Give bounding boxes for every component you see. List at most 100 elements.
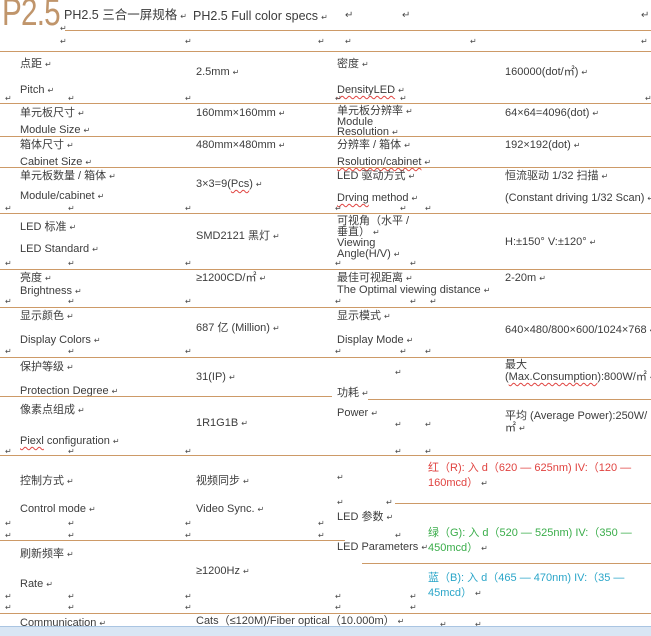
linebreak-icon: ↵: [345, 10, 353, 22]
format-mark: ↵: [645, 94, 651, 103]
format-mark: ↵: [335, 204, 342, 213]
document-title-en: PH2.5 Full color specs↵: [193, 10, 328, 24]
spec-density-label-zh: 密度↵: [337, 58, 369, 71]
format-mark: ↵: [425, 420, 432, 429]
format-mark: ↵: [259, 274, 266, 283]
spec-led-parameters-label-en: LED Parameters↵: [337, 541, 428, 554]
format-mark: ↵: [404, 141, 411, 150]
linebreak-icon: ↵: [641, 10, 649, 22]
format-mark: ↵: [395, 531, 402, 540]
format-mark: ↵: [60, 37, 67, 46]
format-mark: ↵: [395, 420, 402, 429]
format-mark: ↵: [5, 347, 12, 356]
format-mark: ↵: [5, 519, 12, 528]
cell-divider: [368, 399, 651, 400]
format-mark: ↵: [185, 37, 192, 46]
format-mark: ↵: [69, 223, 76, 232]
format-mark: ↵: [641, 37, 648, 46]
format-mark: ↵: [647, 194, 651, 203]
format-mark: ↵: [470, 37, 477, 46]
row-divider: [0, 103, 651, 104]
format-mark: ↵: [68, 259, 75, 268]
spec-display-colors-label-zh: 显示颜色↵: [20, 310, 74, 323]
format-mark: ↵: [481, 544, 488, 553]
format-mark: ↵: [5, 603, 12, 612]
format-mark: ↵: [318, 37, 325, 46]
format-mark: ↵: [424, 158, 431, 167]
format-mark: ↵: [318, 519, 325, 528]
spec-led-parameters-label-zh: LED 参数↵: [337, 511, 393, 524]
format-mark: ↵: [386, 498, 393, 507]
format-mark: ↵: [112, 387, 119, 396]
format-mark: ↵: [5, 204, 12, 213]
spec-brightness-label-zh: 亮度↵: [20, 272, 52, 285]
format-mark: ↵: [408, 172, 415, 181]
format-mark: ↵: [46, 580, 53, 589]
format-mark: ↵: [180, 12, 187, 21]
format-marks-row: ↵↵↵↵↵: [0, 592, 651, 602]
spec-display-colors-label-en: Display Colors↵: [20, 334, 101, 347]
spec-module-resolution-label-en2: Resolution↵: [337, 126, 399, 139]
row-divider: [0, 269, 651, 270]
format-mark: ↵: [574, 141, 581, 150]
format-mark: ↵: [273, 232, 280, 241]
spec-pitch-label-zh: 点距↵: [20, 58, 52, 71]
spec-cabinet-size-label-zh: 箱体尺寸↵: [20, 139, 74, 152]
spec-refresh-rate-label-zh: 刷新频率↵: [20, 548, 74, 561]
spec-cabinet-resolution-value: 192×192(dot)↵: [505, 139, 580, 152]
spec-pixel-configuration-label-zh: 像素点组成↵: [20, 404, 85, 417]
row-divider: [0, 455, 651, 456]
format-mark: ↵: [185, 519, 192, 528]
row-divider: [0, 396, 332, 397]
format-mark: ↵: [410, 297, 417, 306]
format-mark: ↵: [273, 324, 280, 333]
format-mark: ↵: [410, 592, 417, 601]
format-mark: ↵: [386, 513, 393, 522]
format-mark: ↵: [68, 347, 75, 356]
format-mark: ↵: [335, 297, 342, 306]
format-mark: ↵: [279, 109, 286, 118]
format-mark: ↵: [233, 68, 240, 77]
format-mark: ↵: [425, 347, 432, 356]
format-mark: ↵: [85, 158, 92, 167]
format-mark: ↵: [421, 543, 428, 552]
format-mark: ↵: [5, 259, 12, 268]
format-mark: ↵: [362, 60, 369, 69]
spec-viewing-angle-value: H:±150° V:±120°↵: [505, 236, 596, 249]
format-marks-row: ↵↵↵↵↵: [0, 259, 651, 269]
format-mark: ↵: [335, 94, 342, 103]
format-mark: ↵: [45, 274, 52, 283]
row-divider: [0, 213, 651, 214]
format-marks-row: ↵↵↵↵↵↵: [0, 347, 651, 357]
format-mark: ↵: [395, 368, 402, 377]
format-mark: ↵: [185, 347, 192, 356]
format-mark: ↵: [592, 109, 599, 118]
format-mark: ↵: [400, 204, 407, 213]
format-marks-row: ↵↵↵↵↵: [0, 603, 651, 613]
format-mark: ↵: [78, 406, 85, 415]
format-mark: ↵: [92, 245, 99, 254]
spec-refresh-rate-label-en: Rate↵: [20, 578, 53, 591]
format-mark: ↵: [67, 312, 74, 321]
row-divider: [0, 357, 651, 358]
format-mark: ↵: [78, 109, 85, 118]
format-mark: ↵: [94, 336, 101, 345]
format-mark: ↵: [185, 531, 192, 540]
row-divider: [0, 51, 651, 52]
format-marks-row: ↵↵↵↵↵↵: [0, 297, 651, 307]
format-mark: ↵: [185, 592, 192, 601]
row-divider: [0, 613, 651, 614]
format-mark: ↵: [400, 347, 407, 356]
format-mark: ↵: [68, 592, 75, 601]
format-mark: ↵: [109, 172, 116, 181]
format-mark: ↵: [337, 498, 344, 507]
spec-modules-per-cabinet-label-zh: 单元板数量 / 箱体↵: [20, 170, 116, 183]
format-mark: ↵: [345, 37, 352, 46]
format-mark: ↵: [185, 603, 192, 612]
spec-module-size-value: 160mm×160mm↵: [196, 107, 286, 120]
format-mark: ↵: [335, 603, 342, 612]
format-mark: ↵: [67, 141, 74, 150]
spec-modules-per-cabinet-value: 3×3=9(Pcs)↵: [196, 178, 263, 191]
row-divider: [0, 540, 345, 541]
spec-viewing-distance-label-en: The Optimal viewing distance↵: [337, 284, 490, 297]
